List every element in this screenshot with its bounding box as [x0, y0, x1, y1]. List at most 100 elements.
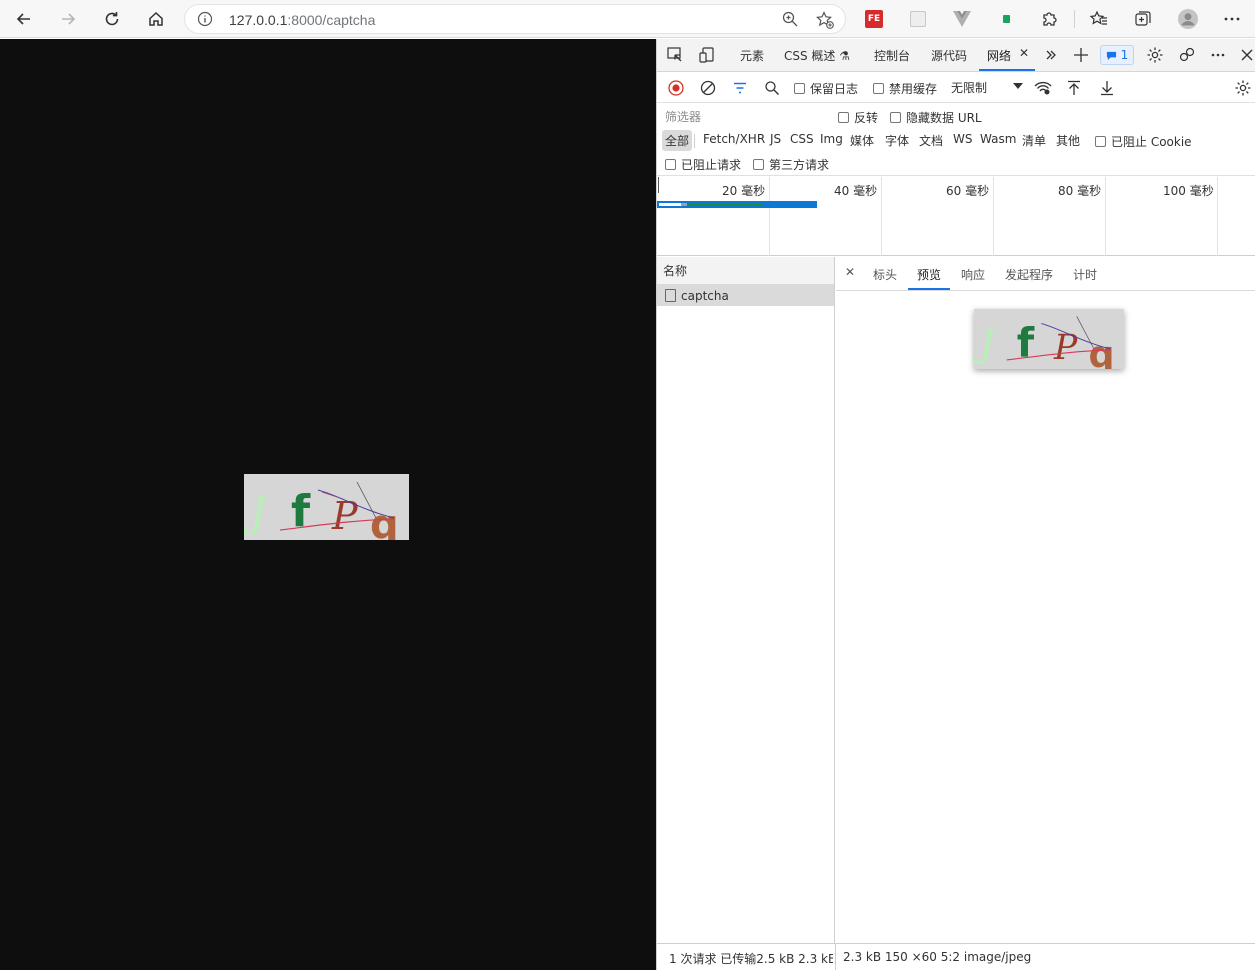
feedback-icon[interactable]: [1177, 45, 1197, 65]
grey-extension-icon[interactable]: [908, 9, 928, 29]
type-media[interactable]: 媒体: [850, 132, 874, 149]
grid-line: [769, 177, 770, 256]
disable-cache-checkbox[interactable]: 禁用缓存: [873, 80, 937, 97]
filter-icon: [734, 82, 746, 94]
active-detail-tab-indicator: [908, 288, 950, 290]
message-icon: [1106, 51, 1116, 60]
tab-console[interactable]: 控制台: [874, 47, 910, 64]
more-menu-icon[interactable]: [1222, 9, 1242, 29]
clear-button[interactable]: [698, 78, 718, 98]
blocked-requests-checkbox[interactable]: 已阻止请求: [665, 156, 741, 173]
type-fetch-xhr[interactable]: Fetch/XHR: [703, 132, 765, 146]
preserve-log-checkbox[interactable]: 保留日志: [794, 80, 858, 97]
third-party-checkbox[interactable]: 第三方请求: [753, 156, 829, 173]
inspect-element-icon[interactable]: [665, 45, 685, 65]
type-wasm[interactable]: Wasm: [980, 132, 1016, 146]
hide-data-urls-checkbox[interactable]: 隐藏数据 URL: [890, 109, 982, 126]
url-text: 127.0.0.1:8000/captcha: [229, 12, 376, 28]
back-button[interactable]: [9, 4, 39, 34]
tab-initiator[interactable]: 发起程序: [1005, 266, 1053, 283]
settings-gear-icon[interactable]: [1145, 45, 1165, 65]
type-img[interactable]: Img: [820, 132, 843, 146]
type-doc[interactable]: 文档: [919, 132, 943, 149]
device-toolbar-icon[interactable]: [697, 45, 717, 65]
request-details: ✕ 标头 预览 响应 发起程序 计时 J f P q: [836, 257, 1255, 943]
favorites-icon[interactable]: [1089, 9, 1109, 29]
request-name: captcha: [681, 288, 729, 303]
toolbar-divider: [1074, 10, 1075, 28]
search-button[interactable]: [762, 78, 782, 98]
preview-char-3: P: [1053, 328, 1078, 368]
refresh-button[interactable]: [97, 4, 127, 34]
network-overview[interactable]: 20 毫秒 40 毫秒 60 毫秒 80 毫秒 100 毫秒: [657, 177, 1255, 256]
request-row-captcha[interactable]: captcha: [657, 285, 834, 306]
devtools-tab-strip: 元素 CSS 概述 ⚗ 控制台 源代码 网络 ✕ 1: [657, 39, 1255, 72]
grid-line: [993, 177, 994, 256]
captcha-image: J f P q: [244, 474, 409, 540]
address-bar[interactable]: 127.0.0.1:8000/captcha: [184, 4, 846, 34]
type-other[interactable]: 其他: [1056, 132, 1080, 149]
close-details-icon[interactable]: ✕: [845, 265, 855, 279]
record-icon: [668, 80, 684, 96]
collections-icon[interactable]: [1133, 9, 1153, 29]
tab-response[interactable]: 响应: [961, 266, 985, 283]
invert-checkbox[interactable]: 反转: [838, 109, 878, 126]
tab-timing[interactable]: 计时: [1073, 266, 1097, 283]
filter-button[interactable]: [730, 78, 750, 98]
throttling-select[interactable]: 无限制: [951, 79, 1023, 97]
tab-css-overview[interactable]: CSS 概述 ⚗: [784, 47, 850, 64]
document-icon: [665, 289, 676, 302]
type-font[interactable]: 字体: [885, 132, 909, 149]
green-flag-extension-icon[interactable]: [996, 9, 1016, 29]
import-har-icon[interactable]: [1064, 78, 1084, 98]
site-info-icon[interactable]: [197, 11, 213, 27]
tab-network[interactable]: 网络: [987, 47, 1011, 64]
grid-line: [1217, 177, 1218, 256]
image-info: 2.3 kB 150 ×60 5:2 image/jpeg: [843, 950, 1032, 964]
filter-input[interactable]: 筛选器: [661, 107, 825, 127]
close-tab-icon[interactable]: ✕: [1019, 46, 1029, 60]
active-tab-indicator: [979, 69, 1035, 71]
extensions-icon[interactable]: [1040, 9, 1060, 29]
request-summary: 1 次请求 已传输2.5 kB 2.3 kB 资: [669, 952, 833, 966]
type-ws[interactable]: WS: [953, 132, 972, 146]
close-devtools-icon[interactable]: [1237, 45, 1255, 65]
tab-headers[interactable]: 标头: [873, 266, 897, 283]
add-tab-icon[interactable]: [1071, 45, 1091, 65]
blocked-cookies-checkbox[interactable]: 已阻止 Cookie: [1095, 133, 1192, 150]
overview-cursor: [658, 177, 659, 193]
tick-label: 60 毫秒: [946, 184, 990, 198]
tick-label: 80 毫秒: [1058, 184, 1102, 198]
type-all[interactable]: 全部: [662, 130, 693, 151]
fe-extension-icon[interactable]: FE: [864, 9, 884, 29]
grid-line: [881, 177, 882, 256]
captcha-preview-image: J f P q: [974, 309, 1124, 369]
forward-button[interactable]: [53, 4, 83, 34]
grid-line: [1105, 177, 1106, 256]
network-settings-icon[interactable]: [1233, 78, 1253, 98]
timing-bar-queue: [659, 203, 681, 206]
more-tabs-icon[interactable]: [1041, 45, 1061, 65]
network-conditions-icon[interactable]: [1033, 78, 1053, 98]
home-button[interactable]: [141, 4, 171, 34]
profile-avatar-icon[interactable]: [1178, 9, 1198, 29]
type-js[interactable]: JS: [770, 132, 781, 146]
request-list: 名称 captcha: [657, 257, 835, 943]
type-divider: [694, 134, 695, 148]
type-css[interactable]: CSS: [790, 132, 814, 146]
tab-sources[interactable]: 源代码: [931, 47, 967, 64]
issues-badge[interactable]: 1: [1100, 45, 1134, 65]
zoom-icon[interactable]: [781, 10, 799, 28]
tab-elements[interactable]: 元素: [740, 47, 764, 64]
timing-bar-waiting: [687, 203, 763, 206]
name-column-header[interactable]: 名称: [657, 257, 834, 285]
network-toolbar: 保留日志 禁用缓存 无限制: [657, 73, 1255, 103]
type-manifest[interactable]: 清单: [1022, 132, 1046, 149]
vue-devtools-icon[interactable]: [952, 9, 972, 29]
customize-menu-icon[interactable]: [1208, 45, 1228, 65]
export-har-icon[interactable]: [1097, 78, 1117, 98]
record-button[interactable]: [666, 78, 686, 98]
tab-preview[interactable]: 预览: [917, 266, 941, 283]
add-favorite-icon[interactable]: [815, 10, 835, 30]
preview-char-2: f: [1017, 320, 1035, 366]
